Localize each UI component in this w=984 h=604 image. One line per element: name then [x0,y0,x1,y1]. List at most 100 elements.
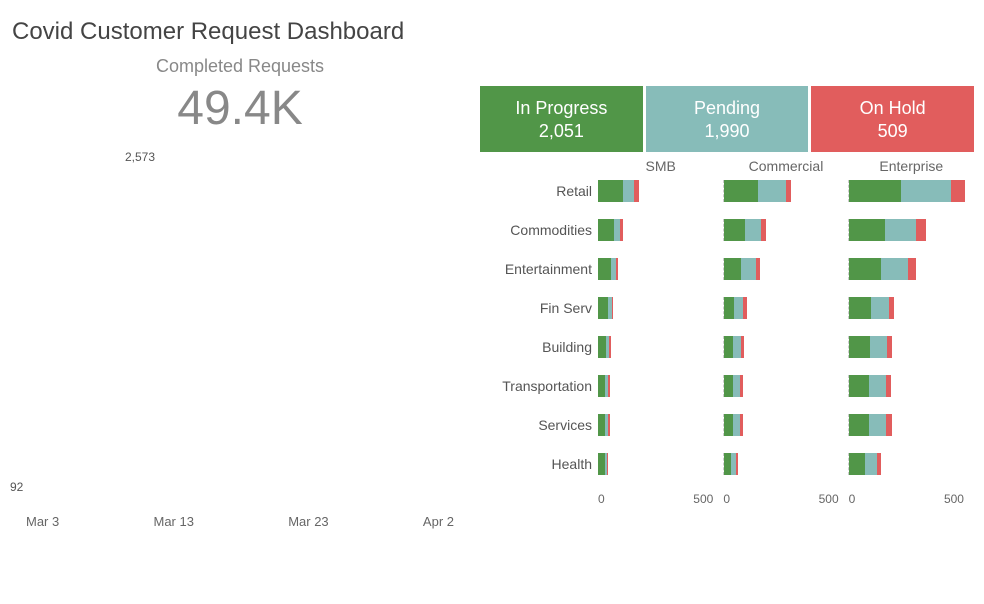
category-cell[interactable] [598,180,723,202]
hbar-segment-on-hold [740,414,743,436]
status-box-on-hold[interactable]: On Hold 509 [811,86,974,152]
timeseries-chart: Mar 3Mar 13Mar 23Apr 2 2,573 92 [20,166,460,536]
category-label: Transportation [480,378,598,394]
hbar-segment-in-progress [598,336,606,358]
category-cells [598,180,974,202]
hbar-segment-pending [871,297,889,319]
hbar-segment-pending [734,297,743,319]
category-row: Retail [480,180,974,202]
status-box-in-progress[interactable]: In Progress 2,051 [480,86,643,152]
category-cell[interactable] [723,375,849,397]
category-row: Entertainment [480,258,974,280]
category-cell[interactable] [723,297,849,319]
hbar-segment-on-hold [889,297,894,319]
xaxis-tick: Mar 13 [153,514,193,534]
hbar-segment-in-progress [724,180,758,202]
status-value: 2,051 [480,121,643,142]
hbar-segment-on-hold [877,453,881,475]
hbar-segment-pending [623,180,634,202]
hbar-segment-on-hold [786,180,791,202]
xaxis-tick: Mar 3 [26,514,59,534]
status-box-pending[interactable]: Pending 1,990 [646,86,809,152]
status-label: On Hold [811,98,974,119]
category-cell[interactable] [598,453,723,475]
hbar-segment-pending [733,336,740,358]
category-cell[interactable] [848,180,974,202]
hbar-segment-on-hold [908,258,916,280]
category-row: Services [480,414,974,436]
hbar-segment-on-hold [620,219,623,241]
axis-cell: 0 500 [598,492,723,506]
category-cell[interactable] [723,414,849,436]
category-cell[interactable] [848,258,974,280]
xaxis-tick: Apr 2 [423,514,454,534]
hbar-segment-in-progress [598,258,611,280]
hbar-segment-in-progress [849,336,869,358]
category-cells [598,414,974,436]
hbar-segment-in-progress [598,180,623,202]
hbar-segment-pending [733,375,740,397]
category-cell[interactable] [723,180,849,202]
category-cell[interactable] [723,453,849,475]
hbar-segment-in-progress [598,375,605,397]
hbar-segment-in-progress [849,414,869,436]
hbar-segment-pending [885,219,916,241]
segment-header: SMB [598,158,723,174]
status-label: Pending [646,98,809,119]
hbar-segment-in-progress [724,336,734,358]
hbar-segment-on-hold [761,219,766,241]
hbar-segment-on-hold [741,336,744,358]
category-cell[interactable] [598,336,723,358]
hbar-segment-in-progress [724,453,731,475]
category-cell[interactable] [723,258,849,280]
category-cell[interactable] [848,375,974,397]
category-cell[interactable] [848,453,974,475]
category-cell[interactable] [848,297,974,319]
category-cell[interactable] [848,219,974,241]
hbar-segment-on-hold [608,414,609,436]
category-row: Building [480,336,974,358]
category-cell[interactable] [848,414,974,436]
hbar-segment-pending [758,180,786,202]
category-cell[interactable] [848,336,974,358]
xaxis-tick: Mar 23 [288,514,328,534]
category-cell[interactable] [723,336,849,358]
axis-tick: 500 [944,492,964,506]
hbar-segment-in-progress [724,375,733,397]
left-panel: Completed Requests 49.4K Mar 3Mar 13Mar … [0,46,480,600]
hbar-segment-on-hold [609,336,610,358]
completed-requests-label: Completed Requests [20,56,460,77]
hbar-segment-on-hold [886,414,892,436]
axis-tick: 0 [723,492,730,506]
category-cell[interactable] [598,414,723,436]
hbar-segment-on-hold [740,375,743,397]
category-label: Entertainment [480,261,598,277]
hbar-segment-in-progress [598,297,608,319]
category-label: Services [480,417,598,433]
hbar-segment-pending [741,258,755,280]
category-cells [598,258,974,280]
category-cells [598,336,974,358]
category-cell[interactable] [723,219,849,241]
category-cells [598,375,974,397]
timeseries-xaxis: Mar 3 Mar 13 Mar 23 Apr 2 [20,514,460,534]
page-title: Covid Customer Request Dashboard [0,0,984,46]
category-cell[interactable] [598,375,723,397]
category-cell[interactable] [598,258,723,280]
peak-value-label: 2,573 [125,150,155,164]
hbar-segment-on-hold [634,180,639,202]
category-cells [598,453,974,475]
axis-cell: 0 500 [723,492,848,506]
category-cell[interactable] [598,297,723,319]
hbar-segment-pending [901,180,951,202]
hbar-segment-pending [870,336,887,358]
hbar-segment-in-progress [724,414,733,436]
hbar-segment-pending [869,414,886,436]
hbar-segment-on-hold [736,453,738,475]
hbar-segment-on-hold [951,180,965,202]
hbar-segment-pending [865,453,877,475]
hbar-segment-in-progress [849,375,869,397]
category-label: Fin Serv [480,300,598,316]
completed-requests-value: 49.4K [20,81,460,136]
category-cell[interactable] [598,219,723,241]
